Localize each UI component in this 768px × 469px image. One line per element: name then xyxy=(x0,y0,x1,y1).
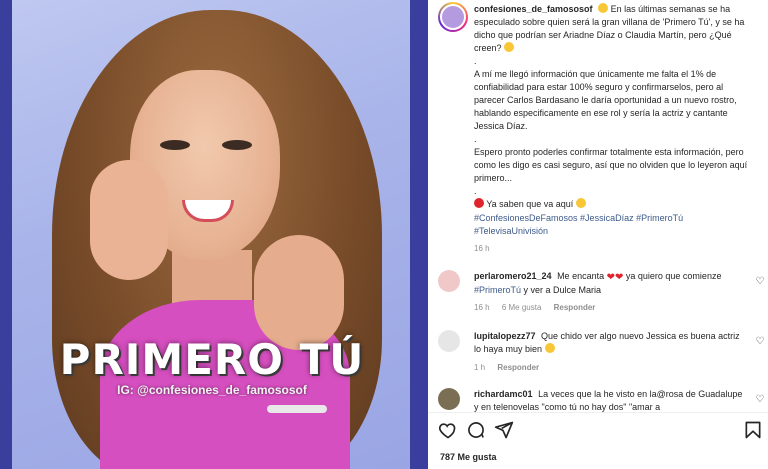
comment-item: richardamc01 La veces que la he visto en… xyxy=(438,388,768,412)
photo-hand-right xyxy=(254,235,344,350)
commenter-avatar[interactable] xyxy=(438,388,460,410)
commenter-username[interactable]: lupitalopezz77 xyxy=(474,331,536,341)
author-avatar[interactable] xyxy=(438,2,468,32)
post-likes-count[interactable]: 787 Me gusta xyxy=(440,452,497,462)
comment-likes[interactable]: 6 Me gusta xyxy=(502,303,542,312)
heart-outline-icon[interactable]: ♡ xyxy=(754,336,766,348)
comment-body-end: y ver a Dulce Maria xyxy=(523,285,602,295)
post-image[interactable]: PRIMERO TÚ IG: @confesiones_de_famososof xyxy=(12,0,410,469)
comment-icon[interactable] xyxy=(466,420,486,440)
photo-eye-left xyxy=(160,140,190,150)
actions-divider xyxy=(428,412,768,413)
comment-hashtag[interactable]: #PrimeroTú xyxy=(474,285,521,295)
send-icon[interactable] xyxy=(494,420,514,440)
post-caption: confesiones_de_famososof En las últimas … xyxy=(474,3,756,211)
reply-button[interactable]: Responder xyxy=(497,363,539,372)
heart-outline-icon[interactable]: ♡ xyxy=(754,276,766,288)
commenter-username[interactable]: richardamc01 xyxy=(474,389,533,399)
caption-dot: . xyxy=(474,134,477,144)
overlay-backdrop-right[interactable] xyxy=(410,0,428,469)
commenter-username[interactable]: perlaromero21_24 xyxy=(474,271,552,281)
commenter-avatar[interactable] xyxy=(438,270,460,292)
face-emoji-icon xyxy=(575,198,586,208)
comment-text: richardamc01 La veces que la he visto en… xyxy=(474,388,744,412)
comments-scroll-area[interactable]: confesiones_de_famososof En las últimas … xyxy=(428,0,768,412)
caption-paragraph-3: Espero pronto poderles confirmar totalme… xyxy=(474,147,748,183)
photo-eye-right xyxy=(222,140,252,150)
caption-paragraph-2: A mí me llegó información que únicamente… xyxy=(474,69,737,131)
post-hashtags[interactable]: #ConfesionesDeFamosos #JessicaDíaz #Prim… xyxy=(474,212,754,238)
caption-paragraph-4: Ya saben que va aquí xyxy=(486,199,574,209)
commenter-avatar[interactable] xyxy=(438,330,460,352)
heart-icon[interactable] xyxy=(438,420,458,440)
reply-button[interactable]: Responder xyxy=(554,303,596,312)
instagram-post-view: PRIMERO TÚ IG: @confesiones_de_famososof… xyxy=(0,0,768,469)
post-side-panel: confesiones_de_famososof En las últimas … xyxy=(428,0,768,469)
comment-meta: 1 h Responder xyxy=(474,363,549,372)
overlay-backdrop-left[interactable] xyxy=(0,0,12,469)
comment-text: perlaromero21_24 Me encanta ❤❤ ya quiero… xyxy=(474,270,744,297)
photo-hand-left xyxy=(90,160,168,280)
comment-item: lupitalopezz77 Que chido ver algo nuevo … xyxy=(438,330,768,376)
post-action-bar xyxy=(438,420,763,442)
heart-outline-icon[interactable]: ♡ xyxy=(754,394,766,406)
image-title-overlay: PRIMERO TÚ xyxy=(59,335,365,384)
red-circle-emoji-icon xyxy=(474,198,484,208)
bookmark-icon[interactable] xyxy=(743,420,763,440)
comment-text: lupitalopezz77 Que chido ver algo nuevo … xyxy=(474,330,744,356)
comment-time[interactable]: 16 h xyxy=(474,303,490,312)
image-handle-overlay: IG: @confesiones_de_famososof xyxy=(117,383,307,397)
comment-time[interactable]: 1 h xyxy=(474,363,485,372)
clapping-emoji-icon xyxy=(544,343,555,353)
post-timestamp[interactable]: 16 h xyxy=(474,244,490,253)
photo-bracelet xyxy=(267,405,327,413)
comment-body-middle: ya quiero que comienze xyxy=(625,271,722,281)
comment-item: perlaromero21_24 Me encanta ❤❤ ya quiero… xyxy=(438,270,768,316)
caption-dot: . xyxy=(474,56,477,66)
comment-body-start: Me encanta xyxy=(557,271,605,281)
red-heart-emoji-icon: ❤❤ xyxy=(606,272,624,283)
grinning-emoji-icon xyxy=(598,3,609,13)
author-username[interactable]: confesiones_de_famososof xyxy=(474,4,593,14)
caption-dot: . xyxy=(474,186,477,196)
shocked-emoji-icon xyxy=(504,42,515,52)
comment-meta: 16 h 6 Me gusta Responder xyxy=(474,303,605,312)
